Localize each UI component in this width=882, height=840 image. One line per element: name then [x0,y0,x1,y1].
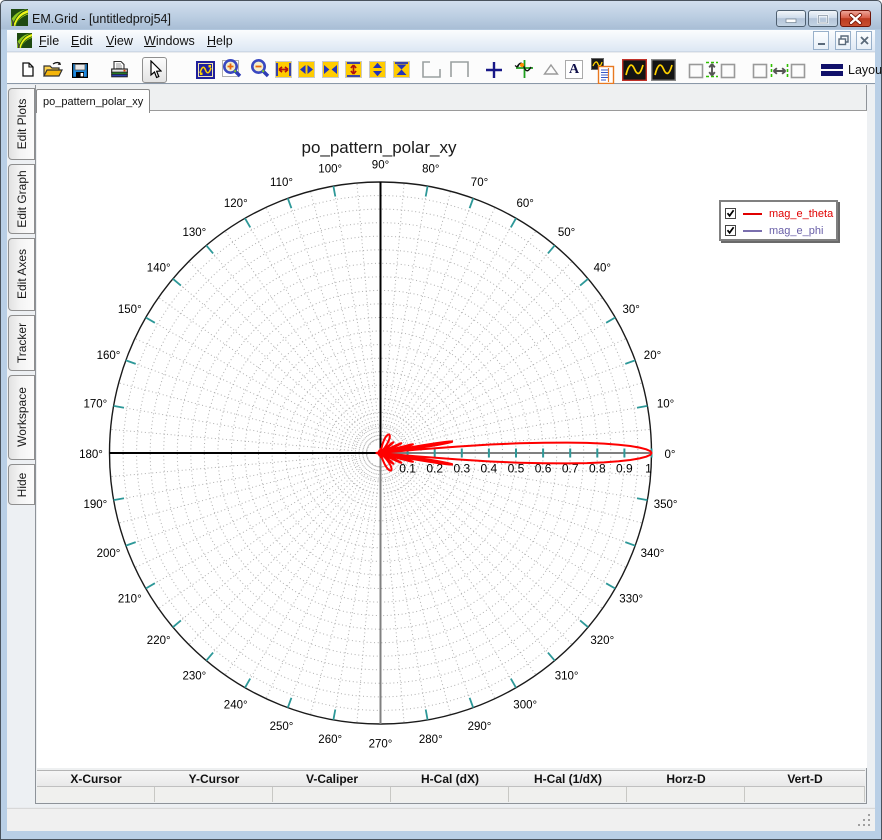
svg-text:10°: 10° [657,399,674,411]
svg-text:120°: 120° [224,198,248,210]
svg-text:250°: 250° [270,721,294,733]
svg-text:0°: 0° [665,449,676,461]
svg-text:100°: 100° [318,164,342,176]
svg-text:1: 1 [645,462,652,476]
svg-text:110°: 110° [270,177,293,189]
svg-text:0.9: 0.9 [616,462,633,476]
svg-text:90°: 90° [372,159,389,171]
svg-text:350°: 350° [654,499,678,511]
svg-text:0.1: 0.1 [399,462,416,476]
svg-text:160°: 160° [97,350,121,362]
svg-text:340°: 340° [641,548,665,560]
svg-text:60°: 60° [517,198,534,210]
svg-text:240°: 240° [224,700,248,712]
svg-text:280°: 280° [419,734,443,746]
svg-text:290°: 290° [468,721,492,733]
svg-text:270°: 270° [369,738,393,750]
svg-text:260°: 260° [318,734,342,746]
svg-text:140°: 140° [147,263,171,275]
svg-text:300°: 300° [513,700,537,712]
svg-text:70°: 70° [471,177,488,189]
svg-text:310°: 310° [555,671,579,683]
svg-text:190°: 190° [84,499,108,511]
svg-text:320°: 320° [590,635,614,647]
svg-text:130°: 130° [183,227,207,239]
svg-text:30°: 30° [623,304,640,316]
svg-text:80°: 80° [422,164,439,176]
svg-text:210°: 210° [118,594,142,606]
svg-text:330°: 330° [619,594,643,606]
svg-text:po_pattern_polar_xy: po_pattern_polar_xy [301,138,457,157]
svg-text:180°: 180° [79,449,103,461]
svg-text:150°: 150° [118,304,142,316]
svg-text:50°: 50° [558,227,575,239]
svg-text:40°: 40° [594,263,611,275]
svg-text:0.4: 0.4 [481,462,498,476]
svg-text:200°: 200° [97,548,121,560]
svg-text:170°: 170° [84,399,108,411]
svg-text:20°: 20° [644,350,661,362]
svg-text:0.3: 0.3 [453,462,470,476]
svg-text:220°: 220° [147,635,171,647]
svg-text:230°: 230° [183,671,207,683]
